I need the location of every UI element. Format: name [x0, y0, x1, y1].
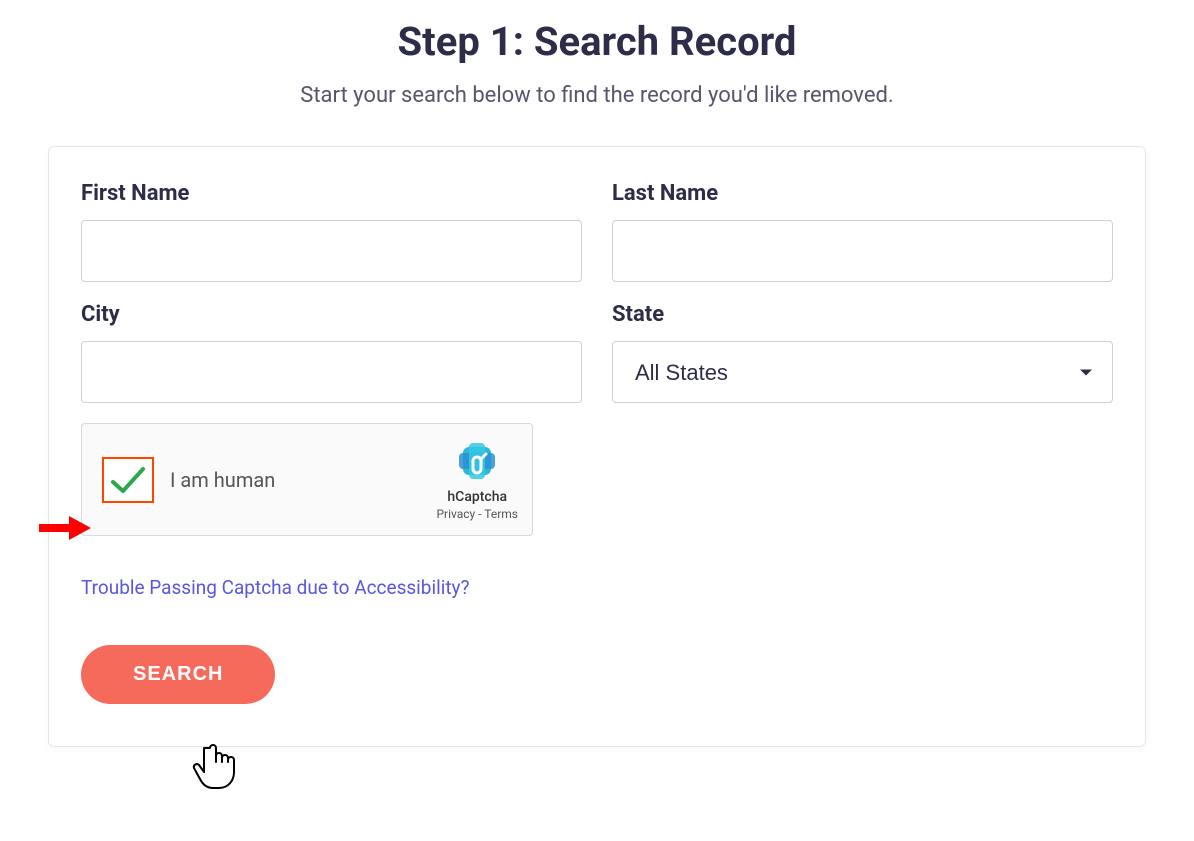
hcaptcha-label: I am human — [170, 468, 275, 492]
hcaptcha-logo-icon — [455, 439, 499, 487]
search-form-card: First Name Last Name City State All Stat… — [48, 146, 1146, 747]
page-title: Step 1: Search Record — [0, 18, 1194, 65]
state-select[interactable]: All States — [612, 341, 1113, 403]
first-name-input[interactable] — [81, 220, 582, 282]
first-name-label: First Name — [81, 181, 582, 206]
hcaptcha-legal-links: Privacy - Terms — [436, 507, 518, 521]
hcaptcha-terms-link[interactable]: Terms — [484, 507, 518, 521]
city-label: City — [81, 302, 582, 327]
page-subtitle: Start your search below to find the reco… — [0, 83, 1194, 108]
hcaptcha-brand-text: hCaptcha — [447, 489, 507, 505]
hand-cursor-icon — [192, 740, 240, 800]
captcha-accessibility-link[interactable]: Trouble Passing Captcha due to Accessibi… — [81, 576, 470, 599]
search-button[interactable]: SEARCH — [81, 645, 275, 704]
hcaptcha-widget: I am human hCaptcha Privacy - Terms — [81, 423, 533, 536]
hcaptcha-checkbox[interactable] — [102, 457, 154, 503]
checkmark-icon — [109, 464, 147, 496]
last-name-input[interactable] — [612, 220, 1113, 282]
last-name-label: Last Name — [612, 181, 1113, 206]
hcaptcha-privacy-link[interactable]: Privacy — [436, 507, 475, 521]
city-input[interactable] — [81, 341, 582, 403]
state-label: State — [612, 302, 1113, 327]
red-arrow-annotation-icon — [37, 512, 93, 548]
hcaptcha-sep: - — [475, 507, 484, 521]
